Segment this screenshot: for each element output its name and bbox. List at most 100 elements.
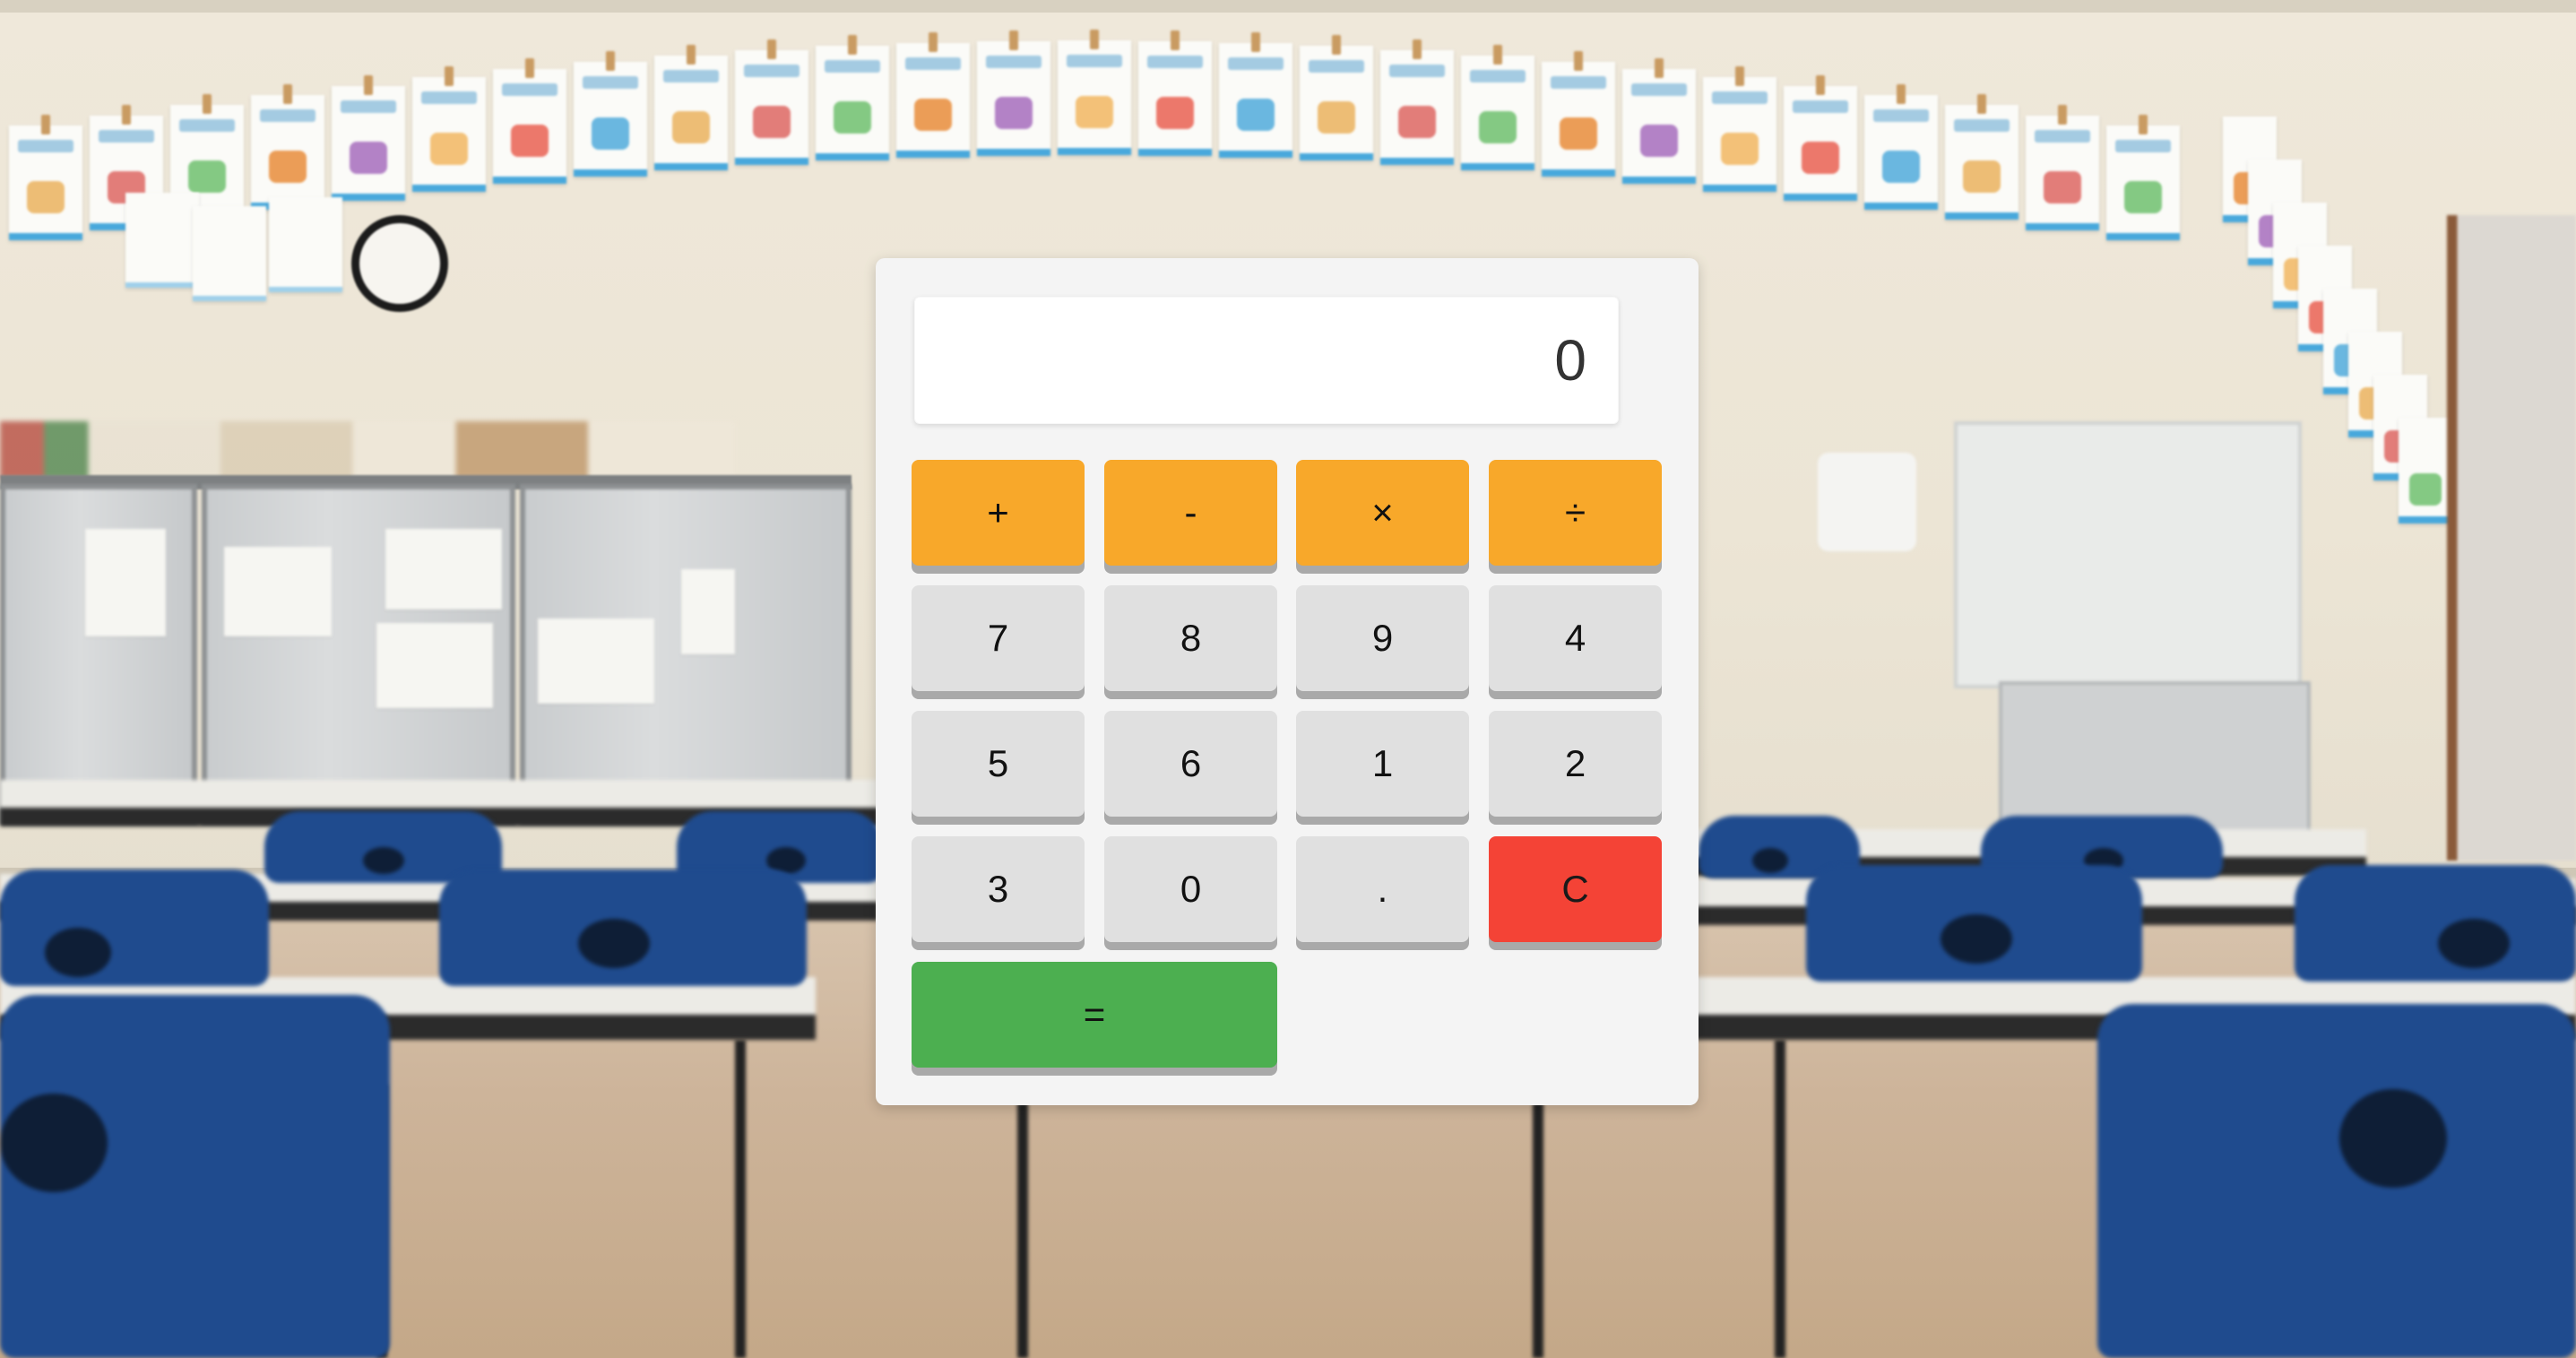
clothespin-icon bbox=[767, 39, 776, 59]
alphabet-card bbox=[735, 39, 808, 165]
card-lettering bbox=[1309, 60, 1364, 73]
divide-button[interactable]: ÷ bbox=[1489, 460, 1662, 566]
card-lettering bbox=[825, 60, 880, 73]
card-lettering bbox=[1873, 109, 1929, 122]
card-picture bbox=[1640, 125, 1678, 157]
clothespin-icon bbox=[364, 75, 373, 95]
card-lettering bbox=[421, 91, 477, 104]
wall-paper bbox=[85, 529, 166, 636]
card-picture bbox=[1882, 151, 1920, 183]
clothespin-icon bbox=[929, 32, 938, 52]
desk-leg bbox=[1533, 1103, 1543, 1358]
digit-2-button[interactable]: 2 bbox=[1489, 711, 1662, 817]
card-picture bbox=[1156, 97, 1194, 129]
card-lettering bbox=[2035, 130, 2090, 143]
clothespin-icon bbox=[445, 66, 454, 86]
card-lettering bbox=[341, 100, 396, 113]
digit-5-button[interactable]: 5 bbox=[912, 711, 1085, 817]
digit-6-button[interactable]: 6 bbox=[1104, 711, 1277, 817]
digit-7-button[interactable]: 7 bbox=[912, 585, 1085, 691]
card-picture bbox=[1802, 142, 1839, 174]
wall-paper bbox=[385, 529, 502, 610]
card-lettering bbox=[986, 56, 1042, 68]
alphabet-card bbox=[332, 75, 405, 201]
clothespin-icon bbox=[525, 58, 534, 78]
card-picture bbox=[1963, 160, 2001, 193]
alphabet-card bbox=[125, 193, 199, 288]
decimal-button[interactable]: . bbox=[1296, 836, 1469, 942]
alphabet-card bbox=[2106, 115, 2180, 240]
card-lettering bbox=[583, 76, 638, 89]
card-picture bbox=[995, 97, 1033, 129]
digit-3-button[interactable]: 3 bbox=[912, 836, 1085, 942]
equals-button[interactable]: = bbox=[912, 962, 1277, 1068]
clothespin-icon bbox=[1655, 58, 1664, 78]
card-picture bbox=[1398, 106, 1436, 138]
alphabet-card bbox=[1219, 32, 1292, 158]
digit-0-button[interactable]: 0 bbox=[1104, 836, 1277, 942]
digit-1-button[interactable]: 1 bbox=[1296, 711, 1469, 817]
clear-button[interactable]: C bbox=[1489, 836, 1662, 942]
towel-dispenser-icon bbox=[1818, 453, 1916, 551]
alphabet-card bbox=[269, 197, 342, 292]
ceiling-strip bbox=[0, 0, 2576, 13]
alphabet-card bbox=[1945, 94, 2018, 220]
shelf-items bbox=[0, 421, 735, 479]
clothespin-icon bbox=[2058, 105, 2067, 125]
wall-paper bbox=[538, 618, 654, 704]
alphabet-card bbox=[1300, 35, 1373, 160]
alphabet-card bbox=[1703, 66, 1776, 192]
card-lettering bbox=[1793, 100, 1848, 113]
clothespin-icon bbox=[1897, 84, 1906, 104]
digit-4-button[interactable]: 4 bbox=[1489, 585, 1662, 691]
add-button[interactable]: + bbox=[912, 460, 1085, 566]
card-picture bbox=[350, 142, 387, 174]
card-picture bbox=[269, 151, 307, 183]
door bbox=[2447, 215, 2576, 861]
classroom-background: 0 + - × ÷ 7 8 9 4 5 6 1 2 3 0 . C = bbox=[0, 0, 2576, 1358]
clothespin-icon bbox=[1090, 30, 1099, 49]
card-lettering bbox=[1147, 56, 1203, 68]
alphabet-card bbox=[9, 115, 82, 240]
card-picture bbox=[2124, 181, 2162, 213]
alphabet-card bbox=[977, 30, 1050, 156]
card-lettering bbox=[1228, 57, 1284, 70]
calculator: 0 + - × ÷ 7 8 9 4 5 6 1 2 3 0 . C = bbox=[876, 258, 1699, 1105]
alphabet-card bbox=[2399, 418, 2452, 523]
alphabet-card bbox=[251, 84, 324, 210]
card-picture bbox=[1721, 133, 1759, 165]
alphabet-card bbox=[1622, 58, 1696, 184]
alphabet-card bbox=[193, 206, 266, 301]
clothespin-icon bbox=[687, 45, 696, 65]
chair bbox=[1806, 865, 2142, 982]
desk-leg bbox=[1775, 1040, 1785, 1358]
alphabet-card bbox=[1784, 75, 1857, 201]
digit-9-button[interactable]: 9 bbox=[1296, 585, 1469, 691]
alphabet-card bbox=[654, 45, 728, 170]
multiply-button[interactable]: × bbox=[1296, 460, 1469, 566]
alphabet-card bbox=[1380, 39, 1454, 165]
card-lettering bbox=[663, 70, 719, 82]
wall-clock-icon bbox=[351, 215, 448, 312]
card-lettering bbox=[2115, 140, 2171, 152]
card-picture bbox=[592, 117, 629, 150]
card-lettering bbox=[99, 130, 154, 143]
subtract-button[interactable]: - bbox=[1104, 460, 1277, 566]
wall-paper bbox=[224, 547, 332, 636]
clothespin-icon bbox=[606, 51, 615, 71]
alphabet-card bbox=[1058, 30, 1131, 155]
whiteboard-panel bbox=[1954, 421, 2302, 688]
card-lettering bbox=[1954, 119, 2010, 132]
card-picture bbox=[834, 101, 871, 134]
card-picture bbox=[430, 133, 468, 165]
alphabet-card bbox=[574, 51, 647, 177]
wall-paper bbox=[681, 569, 735, 654]
alphabet-card bbox=[1542, 51, 1615, 177]
card-picture bbox=[1479, 111, 1517, 143]
clothespin-icon bbox=[1009, 30, 1018, 50]
digit-8-button[interactable]: 8 bbox=[1104, 585, 1277, 691]
card-lettering bbox=[1389, 65, 1445, 77]
alphabet-card bbox=[493, 58, 566, 184]
card-lettering bbox=[1551, 76, 1606, 89]
card-lettering bbox=[1067, 55, 1122, 67]
